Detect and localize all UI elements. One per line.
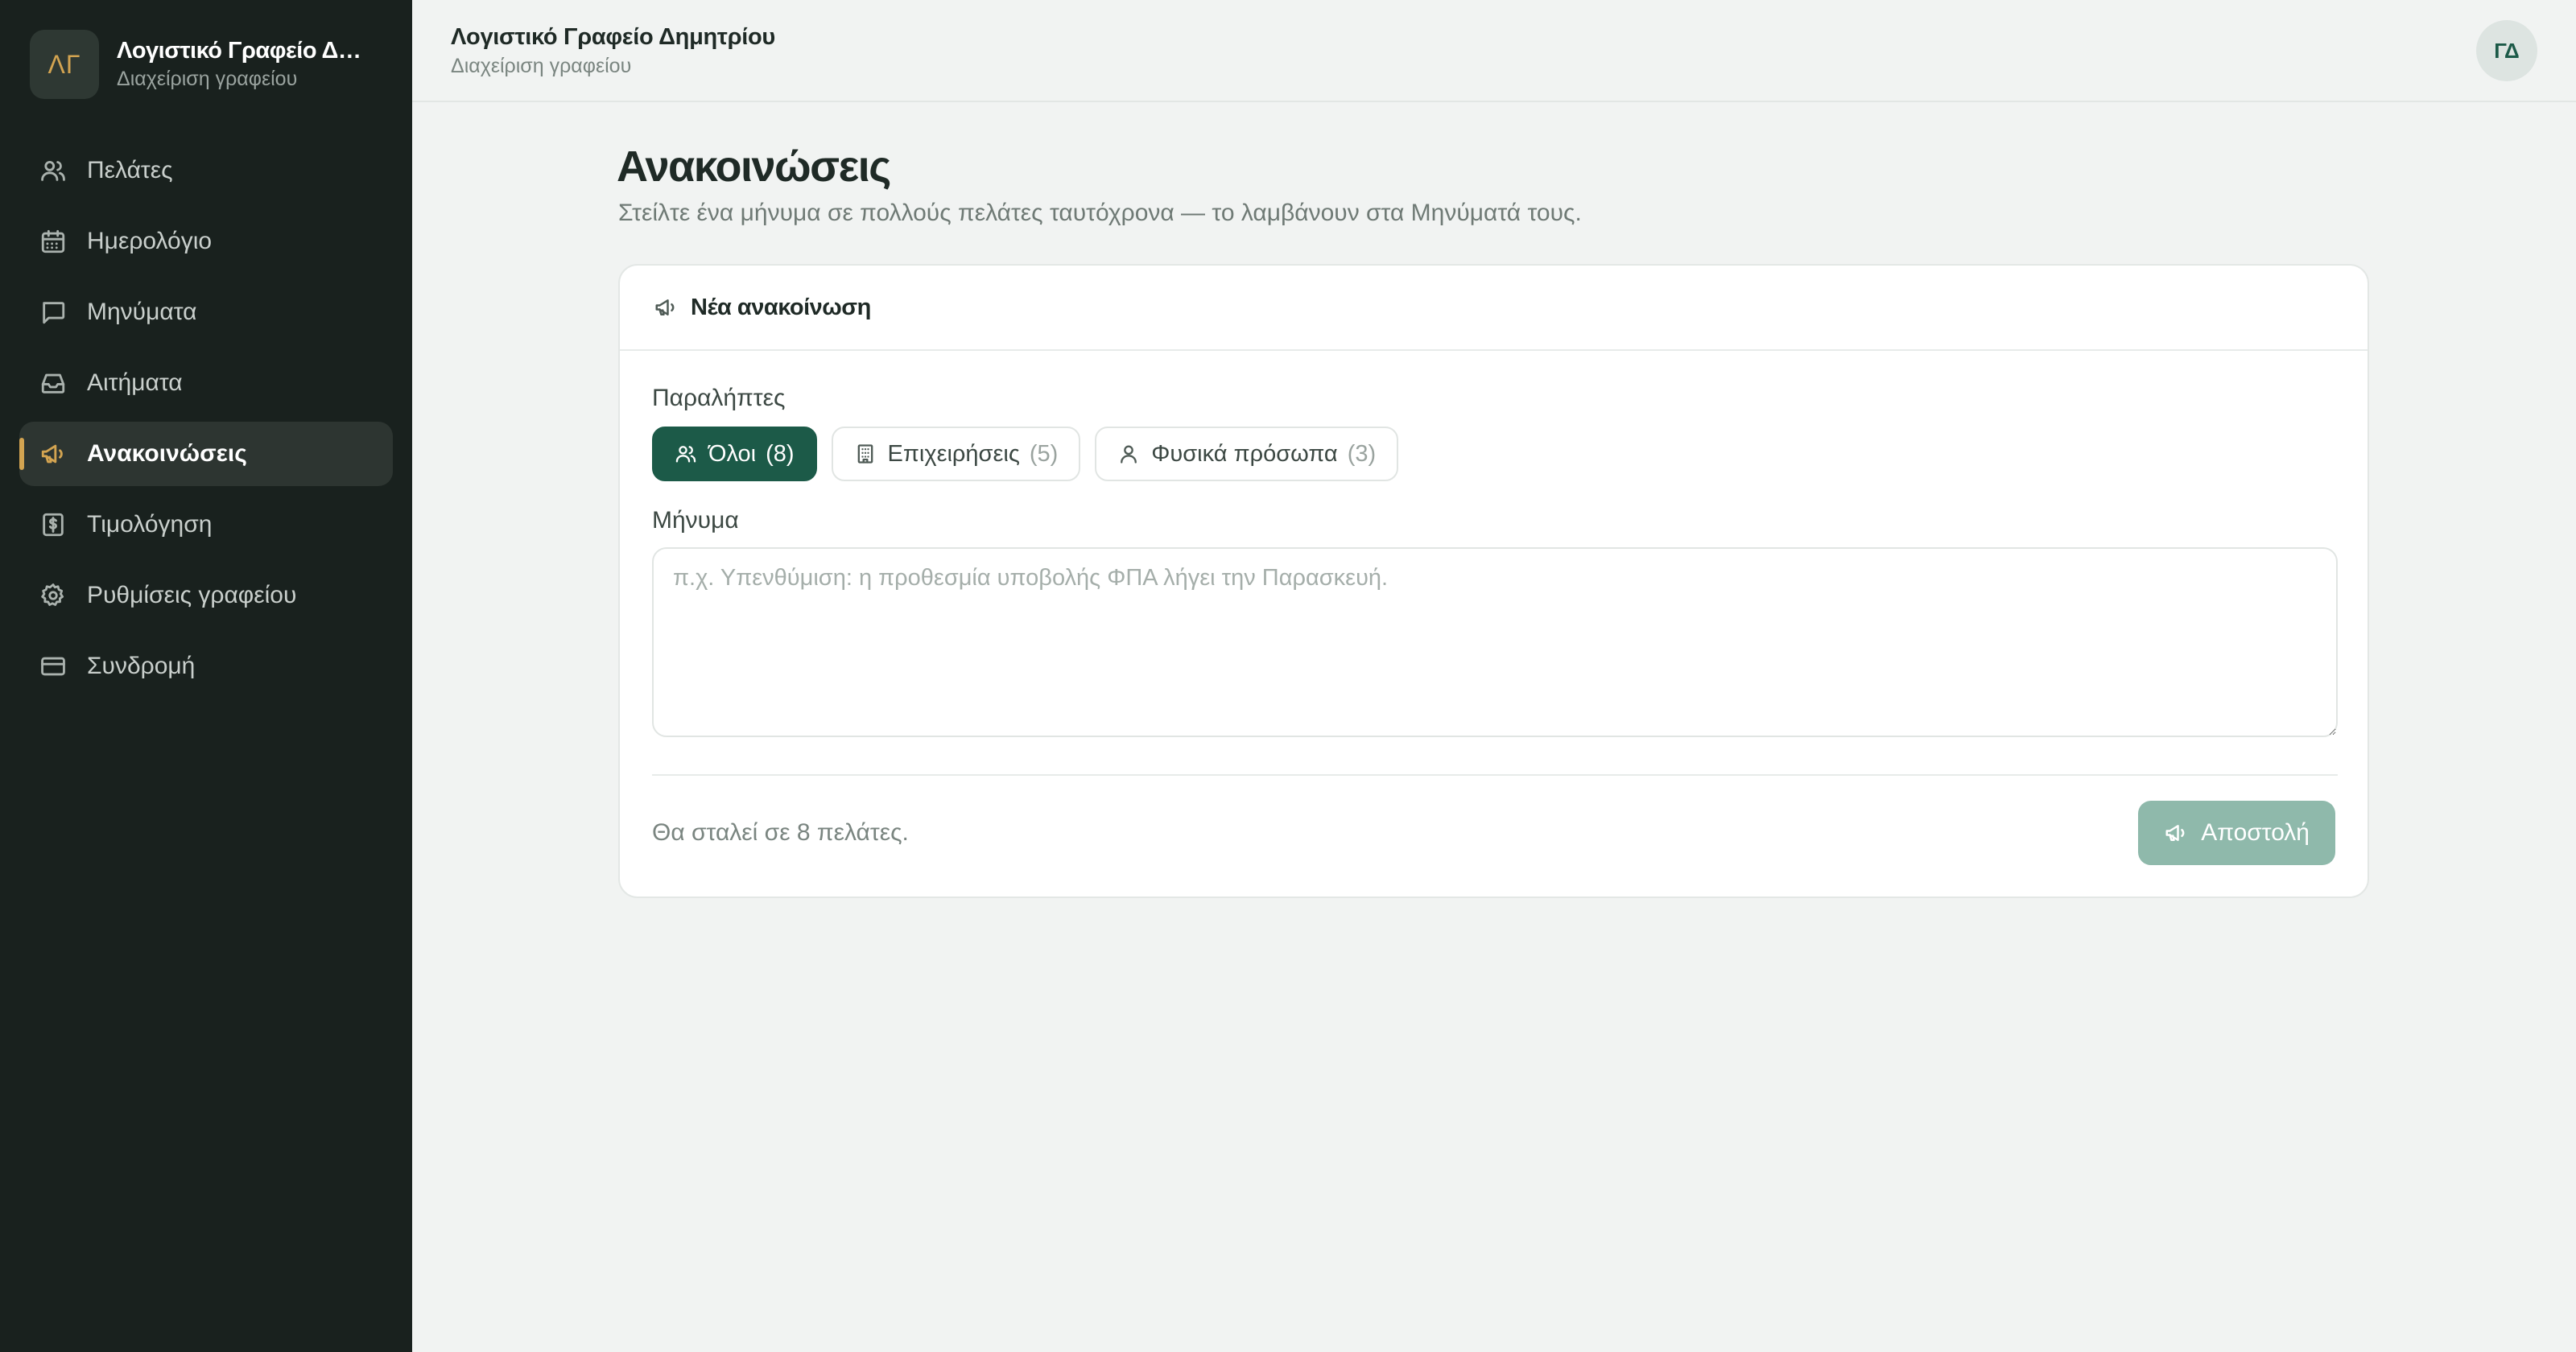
gear-icon <box>39 581 68 610</box>
megaphone-icon <box>2165 825 2185 841</box>
users-icon <box>39 156 68 185</box>
card-title: Νέα ανακοίνωση <box>691 294 871 320</box>
sidebar-item-calendar[interactable]: Ημερολόγιο <box>19 209 393 274</box>
brand-text: Λογιστικό Γραφείο Δημητρίου Διαχείριση γ… <box>117 38 374 91</box>
sidebar-item-label: Αιτήματα <box>87 369 183 396</box>
recipients-label: Παραλήπτες <box>652 385 786 411</box>
sidebar-item-messages[interactable]: Μηνύματα <box>19 280 393 344</box>
recipient-count-note: Θα σταλεί σε 8 πελάτες. <box>652 819 909 846</box>
message-label: Μήνυμα <box>652 507 739 534</box>
recipient-chip-all[interactable]: Όλοι (8) <box>652 427 817 481</box>
avatar[interactable]: ΓΔ <box>2476 20 2537 81</box>
building-icon <box>857 444 873 464</box>
recipient-chip-individuals[interactable]: Φυσικά πρόσωπα (3) <box>1095 427 1399 481</box>
sidebar-item-label: Ανακοινώσεις <box>87 440 247 467</box>
chip-count: (8) <box>766 440 795 467</box>
megaphone-icon <box>39 439 68 468</box>
sidebar-item-office-settings[interactable]: Ρυθμίσεις γραφείου <box>19 563 393 628</box>
sidebar-item-subscription[interactable]: Συνδρομή <box>19 634 393 699</box>
chip-label: Όλοι <box>708 440 757 467</box>
chip-label: Επιχειρήσεις <box>887 440 1020 467</box>
topbar-subtitle: Διαχείριση γραφείου <box>451 55 632 77</box>
credit-card-icon <box>39 652 68 681</box>
calendar-icon <box>39 227 68 256</box>
megaphone-icon <box>655 299 675 315</box>
sidebar-item-invoicing[interactable]: Τιμολόγηση <box>19 493 393 557</box>
recipients-selector: Όλοι (8) Επιχειρήσεις (5) Φυσικά πρόσωπα… <box>652 427 1399 481</box>
brand[interactable]: ΛΓ Λογιστικό Γραφείο Δημητρίου Διαχείρισ… <box>30 30 392 99</box>
sidebar-nav: Πελάτες Ημερολόγιο Μηνύματα Αιτήματα Ανα… <box>19 138 393 705</box>
new-announcement-card: Νέα ανακοίνωση Παραλήπτες Όλοι (8) Επιχε… <box>618 264 2369 898</box>
sidebar-item-clients[interactable]: Πελάτες <box>19 138 393 203</box>
send-button[interactable]: Αποστολή <box>2138 801 2335 865</box>
chip-count: (5) <box>1029 440 1059 467</box>
card-header: Νέα ανακοίνωση <box>620 266 2368 351</box>
brand-logo: ΛΓ <box>30 30 99 99</box>
user-icon <box>1121 445 1137 464</box>
invoice-dollar-icon <box>39 510 68 539</box>
message-textarea[interactable] <box>652 547 2338 737</box>
brand-title: Λογιστικό Γραφείο Δημητρίου <box>117 38 374 64</box>
sidebar-item-label: Τιμολόγηση <box>87 511 213 538</box>
topbar-title: Λογιστικό Γραφείο Δημητρίου <box>451 24 775 50</box>
sidebar-item-label: Ρυθμίσεις γραφείου <box>87 582 297 608</box>
sidebar-item-announcements[interactable]: Ανακοινώσεις <box>19 422 393 486</box>
sidebar-item-label: Ημερολόγιο <box>87 228 213 254</box>
page-subtitle: Στείλτε ένα μήνυμα σε πολλούς πελάτες τα… <box>618 200 1582 226</box>
sidebar-item-requests[interactable]: Αιτήματα <box>19 351 393 415</box>
users-icon <box>675 446 696 463</box>
sidebar: ΛΓ Λογιστικό Γραφείο Δημητρίου Διαχείρισ… <box>0 0 412 1352</box>
message-icon <box>39 298 68 327</box>
inbox-icon <box>39 369 68 398</box>
chip-label: Φυσικά πρόσωπα <box>1151 440 1338 467</box>
recipient-chip-businesses[interactable]: Επιχειρήσεις (5) <box>831 427 1081 481</box>
page-title: Ανακοινώσεις <box>617 142 891 191</box>
brand-subtitle: Διαχείριση γραφείου <box>117 68 298 90</box>
topbar: Λογιστικό Γραφείο Δημητρίου Διαχείριση γ… <box>412 0 2576 102</box>
chip-count: (3) <box>1347 440 1377 467</box>
divider <box>652 774 2338 776</box>
send-button-label: Αποστολή <box>2201 819 2310 846</box>
sidebar-item-label: Συνδρομή <box>87 653 196 679</box>
sidebar-item-label: Πελάτες <box>87 157 173 183</box>
sidebar-item-label: Μηνύματα <box>87 299 197 325</box>
